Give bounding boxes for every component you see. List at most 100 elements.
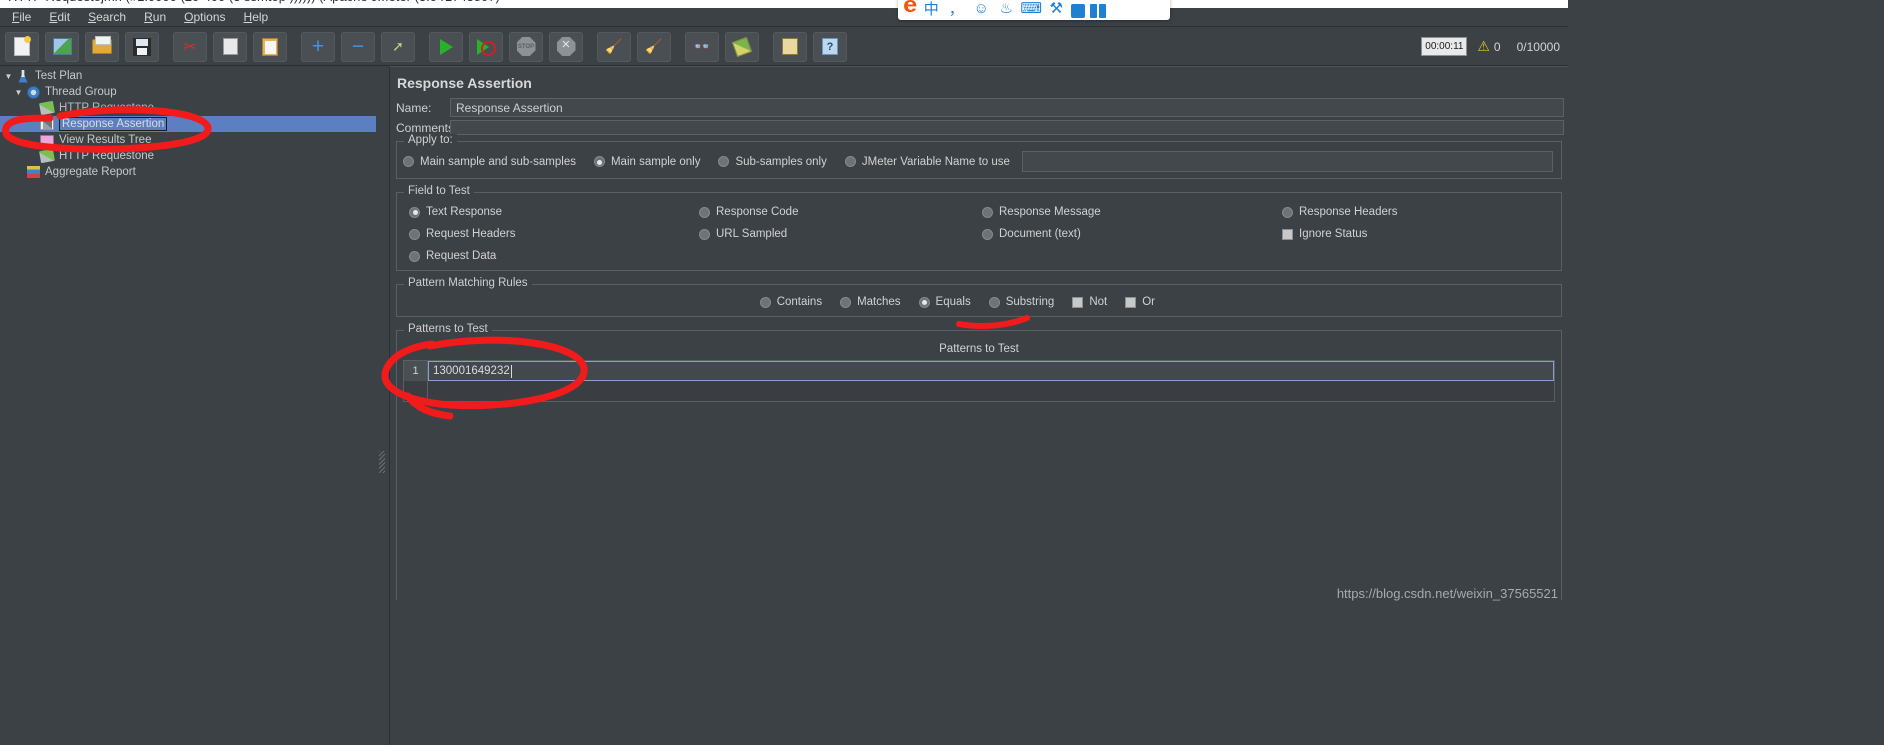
tree-node-http-request-1[interactable]: HTTP Requestone [0, 100, 376, 116]
patterns-to-test-table[interactable]: 1 130001649232 [403, 360, 1555, 402]
radio-request-headers[interactable]: Request Headers [409, 228, 699, 240]
tree-node-test-plan[interactable]: ▼ Test Plan [0, 68, 376, 84]
clipboard-paste-icon[interactable] [253, 31, 287, 62]
tree-node-thread-group[interactable]: ▼ Thread Group [0, 84, 376, 100]
patterns-to-test-group-title: Patterns to Test [404, 323, 492, 335]
copy-icon[interactable] [213, 31, 247, 62]
radio-indicator[interactable] [409, 228, 420, 240]
radio-main-and-sub[interactable]: Main sample and sub-samples [403, 156, 576, 168]
checkbox-indicator[interactable] [1282, 228, 1293, 240]
radio-url-sampled[interactable]: URL Sampled [699, 228, 982, 240]
radio-sub-only[interactable]: Sub-samples only [718, 156, 827, 168]
radio-indicator[interactable] [982, 206, 993, 218]
ime-punctuation-icon[interactable]: ， [946, 0, 966, 18]
toggle-icon[interactable]: ➚ [381, 31, 415, 62]
radio-request-data[interactable]: Request Data [409, 250, 699, 262]
checkbox-indicator[interactable] [1125, 296, 1137, 308]
menu-search[interactable]: Search [79, 9, 135, 25]
radio-label: Response Code [716, 206, 799, 218]
radio-main-only[interactable]: Main sample only [593, 156, 700, 168]
radio-document-text[interactable]: Document (text) [982, 228, 1282, 240]
radio-indicator[interactable] [982, 228, 993, 240]
menu-edit[interactable]: Edit [40, 9, 79, 25]
new-document-icon[interactable] [5, 31, 39, 62]
ime-smiley-icon[interactable]: ☺ [971, 0, 991, 18]
menu-help[interactable]: Help [235, 9, 278, 25]
clear-icon[interactable]: 🧹 [597, 31, 631, 62]
radio-indicator[interactable] [699, 228, 710, 240]
row-number-blank [404, 381, 428, 401]
radio-response-message[interactable]: Response Message [982, 206, 1282, 218]
radio-indicator[interactable] [593, 156, 605, 167]
ime-toolbar[interactable]: e 中 ， ☺ ♨ ⌨ ⚒ [898, 0, 1170, 20]
checkbox-not[interactable]: Not [1072, 296, 1107, 308]
ime-mode-icon[interactable]: 中 [921, 0, 941, 18]
radio-indicator[interactable] [403, 156, 414, 167]
ime-box-icon[interactable] [1071, 4, 1086, 18]
menu-run[interactable]: Run [135, 9, 175, 25]
radio-substring[interactable]: Substring [988, 296, 1054, 308]
apply-to-group-title: Apply to: [404, 134, 457, 146]
minus-icon[interactable]: − [341, 31, 375, 62]
clear-all-icon[interactable]: 🧹 [637, 31, 671, 62]
shutdown-icon[interactable] [549, 31, 583, 62]
help-icon[interactable]: ? [813, 31, 847, 62]
ime-grid-icon[interactable] [1090, 4, 1107, 18]
radio-indicator[interactable] [840, 296, 852, 308]
radio-contains[interactable]: Contains [759, 296, 822, 308]
splitter-grip[interactable] [379, 451, 385, 473]
radio-indicator[interactable] [918, 296, 930, 308]
radio-indicator[interactable] [988, 296, 1000, 308]
radio-indicator[interactable] [699, 206, 710, 218]
panel-splitter[interactable] [377, 66, 387, 619]
radio-label: Matches [857, 296, 901, 308]
tree-node-view-results-tree[interactable]: View Results Tree [0, 132, 376, 148]
checkbox-or[interactable]: Or [1125, 296, 1155, 308]
radio-indicator[interactable] [409, 250, 420, 262]
tree-node-http-request-2[interactable]: HTTP Requestone [0, 148, 376, 164]
table-row[interactable]: 1 130001649232 [404, 361, 1554, 381]
radio-indicator[interactable] [844, 156, 856, 167]
view-results-tree-icon [39, 133, 55, 147]
play-no-pauses-icon[interactable] [469, 31, 503, 62]
radio-indicator[interactable] [759, 296, 771, 308]
radio-text-response[interactable]: Text Response [409, 206, 699, 218]
radio-response-headers[interactable]: Response Headers [1282, 206, 1555, 218]
warning-icon[interactable]: ⚠ [1477, 38, 1490, 55]
save-disk-icon[interactable] [125, 31, 159, 62]
log-viewer-icon[interactable] [773, 31, 807, 62]
chevron-down-icon[interactable]: ▼ [2, 72, 15, 81]
scissors-icon[interactable]: ✂ [173, 31, 207, 62]
pattern-input[interactable]: 130001649232 [428, 361, 1554, 381]
plus-icon[interactable]: + [301, 31, 335, 62]
menu-file[interactable]: File [3, 9, 40, 25]
radio-jmeter-variable[interactable]: JMeter Variable Name to use [844, 156, 1010, 168]
play-icon[interactable] [429, 31, 463, 62]
function-helper-icon[interactable] [725, 31, 759, 62]
checkbox-ignore-status[interactable]: Ignore Status [1282, 228, 1555, 240]
test-plan-tree[interactable]: ▼ Test Plan ▼ Thread Group HTTP Requesto… [0, 66, 376, 619]
row-number: 1 [404, 361, 428, 381]
name-input[interactable]: Response Assertion [450, 98, 1564, 117]
stop-icon[interactable]: STOP [509, 31, 543, 62]
radio-response-code[interactable]: Response Code [699, 206, 982, 218]
tree-node-response-assertion[interactable]: Response Assertion [0, 116, 376, 132]
jmeter-variable-input[interactable] [1021, 151, 1553, 172]
open-folder-icon[interactable] [85, 31, 119, 62]
aggregate-report-icon [25, 165, 41, 179]
radio-matches[interactable]: Matches [840, 296, 901, 308]
templates-icon[interactable] [45, 31, 79, 62]
menu-options[interactable]: Options [175, 9, 234, 25]
checkbox-indicator[interactable] [1072, 296, 1084, 308]
tree-node-aggregate-report[interactable]: Aggregate Report [0, 164, 376, 180]
radio-indicator[interactable] [409, 206, 420, 218]
radio-equals[interactable]: Equals [918, 296, 971, 308]
binoculars-icon[interactable]: 👓 [685, 31, 719, 62]
ime-bulb-icon[interactable]: ♨ [996, 0, 1016, 18]
chevron-down-icon[interactable]: ▼ [12, 88, 25, 97]
radio-indicator[interactable] [1282, 206, 1293, 218]
ime-toolbox-icon[interactable]: ⚒ [1046, 0, 1066, 18]
radio-indicator[interactable] [718, 156, 730, 167]
comments-input[interactable] [450, 120, 1564, 135]
ime-keyboard-icon[interactable]: ⌨ [1020, 0, 1042, 18]
